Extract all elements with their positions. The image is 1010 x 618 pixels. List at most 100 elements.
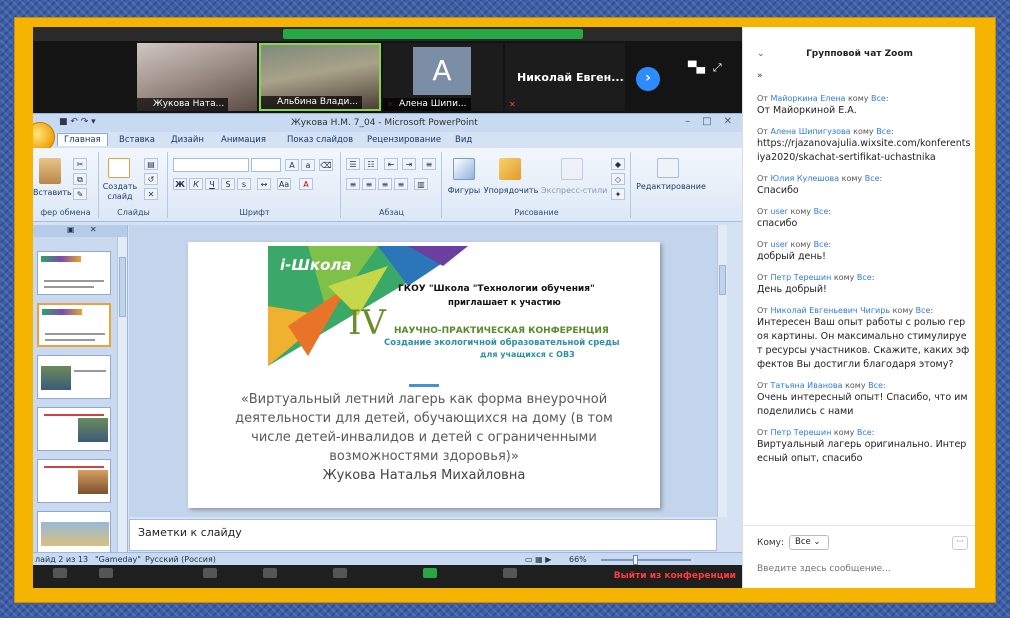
fill-icon[interactable]: ◆ [611, 158, 625, 170]
recipient-name[interactable]: Все [814, 207, 829, 216]
quick-styles-icon[interactable] [561, 158, 583, 180]
recipient-name[interactable]: Все [814, 240, 829, 249]
tab-animation[interactable]: Анимация [215, 134, 272, 146]
sender-name[interactable]: Татьяна Иванова [771, 381, 843, 390]
justify-icon[interactable]: ≡ [394, 178, 408, 190]
sender-name[interactable]: Алена Шипигузова [771, 127, 851, 136]
delete-slide-icon[interactable]: ✕ [144, 188, 158, 200]
recipient-name[interactable]: Все [857, 273, 872, 282]
recipient-name[interactable]: Все [868, 381, 883, 390]
share-screen-icon[interactable] [423, 568, 437, 578]
video-tile[interactable]: ✕ Жукова Ната... [137, 43, 257, 111]
video-tile[interactable]: A ✕ Алена Шипи... [383, 43, 503, 111]
tab-insert[interactable]: Вставка [113, 134, 161, 146]
zoom-slider-handle[interactable] [633, 555, 638, 565]
shadow-icon[interactable]: s [237, 178, 251, 190]
format-painter-icon[interactable]: ✎ [73, 188, 87, 200]
recipient-name[interactable]: Все [876, 127, 891, 136]
align-right-icon[interactable]: ≡ [378, 178, 392, 190]
leave-meeting-button[interactable]: Выйти из конференции [614, 571, 736, 581]
participants-icon[interactable] [263, 568, 277, 578]
slide-thumbnail[interactable] [37, 459, 111, 503]
maximize-icon[interactable]: □ [702, 116, 711, 127]
slide-thumbnail[interactable] [37, 407, 111, 451]
grow-font-icon[interactable]: A [285, 159, 299, 171]
recipient-name[interactable]: Все [865, 174, 880, 183]
editing-button[interactable]: Редактирование [633, 182, 709, 191]
underline-icon[interactable]: Ч [205, 178, 219, 190]
paste-button[interactable]: Вставить [33, 188, 72, 197]
shapes-icon[interactable] [453, 158, 475, 180]
align-left-icon[interactable]: ≡ [346, 178, 360, 190]
effects-icon[interactable]: ✦ [611, 188, 625, 200]
quick-access-toolbar[interactable]: ■ ↶ ↷ ▾ [59, 117, 96, 127]
sender-name[interactable]: user [771, 207, 788, 216]
align-center-icon[interactable]: ≡ [362, 178, 376, 190]
new-slide-icon[interactable] [108, 158, 130, 178]
font-color-icon[interactable]: A [299, 178, 313, 190]
slide-notes[interactable]: Заметки к слайду [129, 519, 717, 551]
sender-name[interactable]: Петр Терешин [771, 428, 832, 437]
arrange-icon[interactable] [499, 158, 521, 180]
tab-slideshow[interactable]: Показ слайдов [281, 134, 359, 146]
shrink-font-icon[interactable]: a [301, 159, 315, 171]
next-page-button[interactable]: › [636, 67, 660, 91]
slide-thumbnail[interactable] [37, 511, 111, 555]
spacing-icon[interactable]: ↔ [257, 178, 271, 190]
sender-name[interactable]: Николай Евгеньевич Чигирь [771, 306, 891, 315]
columns-icon[interactable]: ▥ [414, 178, 428, 190]
layout-icon[interactable]: ▤ [144, 158, 158, 170]
tab-view[interactable]: Вид [449, 134, 478, 146]
quick-styles-button[interactable]: Экспресс-стили [541, 186, 607, 195]
recipient-name[interactable]: Все [916, 306, 931, 315]
slide-thumbnail[interactable] [37, 251, 111, 295]
sender-name[interactable]: Юлия Кулешова [771, 174, 840, 183]
paste-icon[interactable] [39, 158, 61, 184]
tab-design[interactable]: Дизайн [165, 134, 210, 146]
close-icon[interactable]: ✕ [724, 116, 732, 127]
new-slide-button[interactable]: Создать [102, 182, 138, 191]
fullscreen-icon[interactable]: ⤢ [713, 61, 722, 74]
strike-icon[interactable]: S [221, 178, 235, 190]
slide-thumbnail-selected[interactable] [37, 303, 111, 347]
video-icon[interactable] [99, 568, 113, 578]
video-tile[interactable]: Николай Евген... ✕ [505, 43, 625, 111]
font-family-select[interactable] [173, 158, 249, 172]
chevron-down-icon[interactable]: ⌄ [757, 49, 765, 59]
clear-format-icon[interactable]: ⌫ [319, 159, 333, 171]
slide[interactable]: i-Школа ГКОУ "Школа "Технологии обучения… [188, 242, 660, 508]
bold-icon[interactable]: Ж [173, 178, 187, 190]
bullets-icon[interactable]: ☰ [346, 158, 360, 170]
numbering-icon[interactable]: ☷ [364, 158, 378, 170]
zoom-level[interactable]: 66% [569, 555, 587, 564]
thumbnails-scrollbar[interactable] [117, 237, 127, 555]
reset-icon[interactable]: ↺ [144, 173, 158, 185]
chat-input[interactable] [757, 560, 962, 578]
view-buttons[interactable]: ▭ ▦ ▶ [525, 555, 551, 564]
video-tile-active[interactable]: Альбина Влади... [259, 43, 381, 111]
line-spacing-icon[interactable]: ≡ [422, 158, 436, 170]
recipient-select[interactable]: Все ⌄ [789, 535, 829, 550]
slide-scrollbar[interactable] [717, 225, 727, 517]
zoom-slider[interactable] [601, 559, 691, 561]
binoculars-icon[interactable] [657, 158, 679, 178]
mute-icon[interactable] [53, 568, 67, 578]
language[interactable]: Русский (Россия) [145, 555, 216, 564]
minimize-icon[interactable]: – [685, 116, 690, 127]
more-options-icon[interactable]: ··· [952, 536, 968, 550]
sender-name[interactable]: Петр Терешин [771, 273, 832, 282]
arrange-button[interactable]: Упорядочить [483, 186, 539, 195]
font-size-select[interactable] [251, 158, 281, 172]
cut-icon[interactable]: ✂ [73, 158, 87, 170]
recipient-name[interactable]: Все [857, 428, 872, 437]
case-icon[interactable]: Aa [277, 178, 291, 190]
tab-home[interactable]: Главная [57, 133, 108, 146]
copy-icon[interactable]: ⧉ [73, 173, 87, 185]
sender-name[interactable]: user [771, 240, 788, 249]
record-icon[interactable] [503, 568, 517, 578]
tab-review[interactable]: Рецензирование [361, 134, 447, 146]
layout-icon[interactable]: ▀▄ [688, 61, 705, 74]
slide-thumbnail[interactable] [37, 355, 111, 399]
recipient-name[interactable]: Все [871, 94, 886, 103]
indent-icon[interactable]: ⇤ [384, 158, 398, 170]
